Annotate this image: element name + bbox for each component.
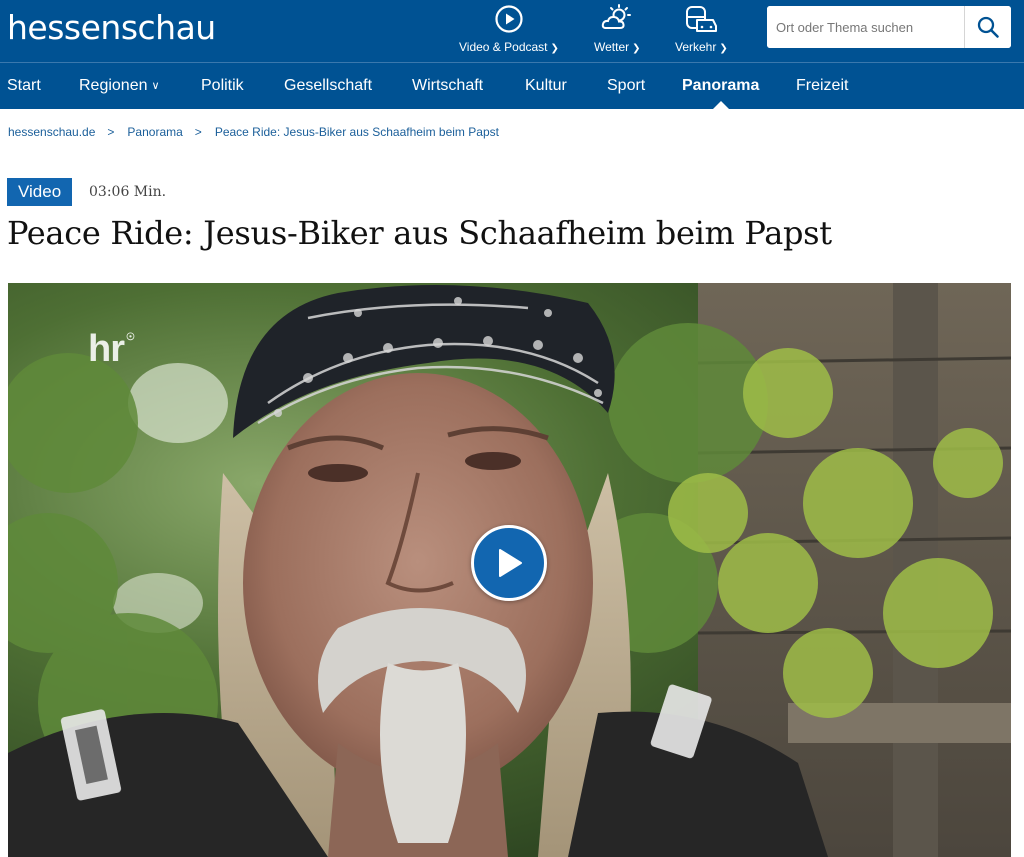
breadcrumb: hessenschau.de > Panorama > Peace Ride: Jesu… xyxy=(8,125,499,139)
video-player[interactable]: hr ☉ xyxy=(8,283,1011,857)
breadcrumb-home[interactable]: hessenschau.de xyxy=(8,125,95,139)
nav-item-gesellschaft[interactable]: Gesellschaft xyxy=(284,63,372,109)
active-nav-indicator xyxy=(712,101,730,110)
site-logo[interactable]: hessenschau xyxy=(7,8,216,47)
weather-label: Wetter xyxy=(594,40,630,54)
main-navigation: Start Regionen ∨ Politik Gesellschaft Wir… xyxy=(0,62,1024,110)
nav-item-regionen[interactable]: Regionen ∨ xyxy=(79,63,160,109)
search-button[interactable] xyxy=(964,6,1011,48)
chevron-down-icon: ❯ xyxy=(632,43,641,54)
weather-icon xyxy=(602,4,632,29)
search-box xyxy=(767,6,1011,48)
weather-menu[interactable]: Wetter ❯ xyxy=(594,4,641,54)
nav-item-start[interactable]: Start xyxy=(7,63,41,109)
nav-item-sport[interactable]: Sport xyxy=(607,63,645,109)
breadcrumb-panorama[interactable]: Panorama xyxy=(127,125,182,139)
breadcrumb-separator: > xyxy=(107,125,115,139)
chevron-down-icon: ❯ xyxy=(719,43,728,54)
traffic-label: Verkehr xyxy=(675,40,717,54)
video-duration: 03:06 Min. xyxy=(89,184,167,200)
content-type-badge: Video xyxy=(7,178,73,206)
breadcrumb-current[interactable]: Peace Ride: Jesus-Biker aus Schaafheim b… xyxy=(215,125,499,139)
play-button[interactable] xyxy=(471,525,547,601)
breadcrumb-separator: > xyxy=(194,125,202,139)
nav-item-wirtschaft[interactable]: Wirtschaft xyxy=(412,63,483,109)
hr-watermark: hr ☉ xyxy=(88,328,135,370)
nav-item-freizeit[interactable]: Freizeit xyxy=(796,63,848,109)
hr-watermark-text: hr xyxy=(88,328,125,370)
search-input[interactable] xyxy=(767,6,963,48)
video-podcast-menu[interactable]: Video & Podcast ❯ xyxy=(459,4,559,54)
nav-item-label: Regionen xyxy=(79,77,148,94)
chevron-down-icon: ❯ xyxy=(550,43,559,54)
video-podcast-label: Video & Podcast xyxy=(459,40,548,54)
play-circle-icon xyxy=(495,5,523,33)
traffic-menu[interactable]: Verkehr ❯ xyxy=(675,4,728,54)
site-header: hessenschau Video & Podcast ❯ Wetter ❯ Ver… xyxy=(0,0,1024,62)
search-icon xyxy=(977,16,999,38)
chevron-down-icon: ∨ xyxy=(151,80,160,92)
page-title: Peace Ride: Jesus-Biker aus Schaafheim b… xyxy=(7,214,832,252)
nav-item-politik[interactable]: Politik xyxy=(201,63,244,109)
play-icon xyxy=(499,549,522,577)
nav-item-kultur[interactable]: Kultur xyxy=(525,63,567,109)
traffic-icon xyxy=(686,6,718,32)
